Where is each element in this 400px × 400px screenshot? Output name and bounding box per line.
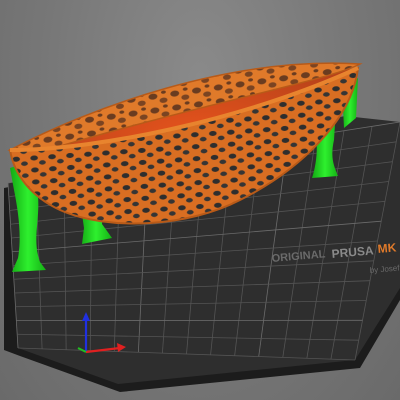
- 3d-viewport[interactable]: ORIGINAL PRUSA MK by Josef: [0, 0, 400, 400]
- bed-logo-model: MK: [377, 240, 397, 256]
- 3d-scene[interactable]: ORIGINAL PRUSA MK by Josef: [0, 0, 400, 400]
